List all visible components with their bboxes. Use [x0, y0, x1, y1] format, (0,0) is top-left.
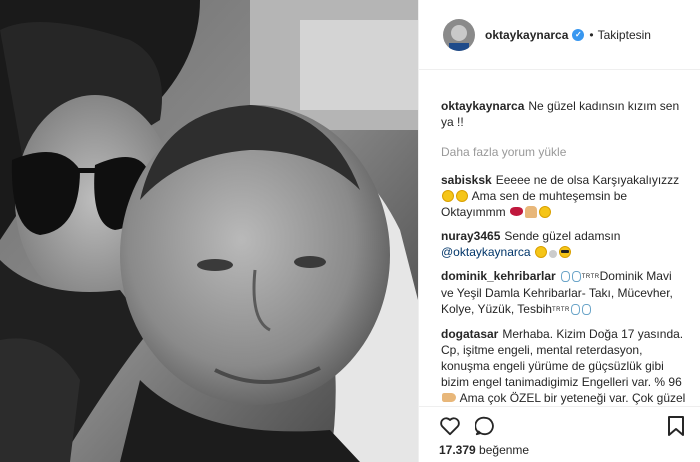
avatar[interactable]	[443, 18, 475, 51]
comment-text: Ama çok ÖZEL bir yeteneği var. Çok güzel…	[459, 391, 686, 405]
smile-emoji-icon	[534, 246, 547, 258]
list-item: dominik_kehribarlar TRTRDominik Mavi ve Y…	[441, 268, 687, 318]
verified-badge-icon: ✓	[572, 28, 585, 41]
comment-username[interactable]: dominik_kehribarlar	[441, 269, 556, 283]
pointing-hand-emoji-icon	[442, 393, 456, 402]
grinning-emoji-icon	[442, 190, 454, 202]
comments-list[interactable]: oktaykaynarca Ne güzel kadınsın kızım sen…	[419, 70, 700, 406]
caption: oktaykaynarca Ne güzel kadınsın kızım sen…	[441, 98, 687, 130]
likes-number: 17.379	[439, 443, 476, 457]
ring-emoji-icon	[570, 304, 580, 315]
sunglasses-emoji-icon	[558, 246, 571, 258]
comment-username[interactable]: dogatasar	[441, 327, 498, 341]
small-emoji-icon	[548, 250, 557, 258]
list-item: nuray3465 Sende güzel adamsın @oktaykayna…	[441, 228, 687, 260]
trademark-text: TRTR	[551, 307, 570, 313]
list-item: sabisksk Eeeee ne de olsa Karşıyakalıyızz…	[441, 172, 687, 220]
likes-label: beğenme	[479, 443, 530, 457]
praying-hands-emoji-icon	[525, 206, 538, 218]
heart-icon[interactable]	[439, 416, 461, 436]
load-more-comments-link[interactable]: Daha fazla yorum yükle	[441, 144, 687, 160]
trademark-text: TRTR	[581, 274, 600, 280]
comment-username[interactable]: nuray3465	[441, 229, 500, 243]
comment-icon[interactable]	[475, 416, 495, 436]
ring-emoji-icon	[560, 271, 570, 282]
comment-username[interactable]: sabisksk	[441, 173, 492, 187]
selfie-image	[0, 0, 418, 462]
ring-emoji-icon	[581, 304, 591, 315]
follow-status-button[interactable]: Takiptesin	[598, 28, 651, 42]
comment-text: Sende güzel adamsın	[504, 229, 621, 243]
comment-text: Eeeee ne de olsa Karşıyakalıyızzz	[495, 173, 680, 187]
bookmark-icon[interactable]	[667, 415, 685, 437]
action-icons-row	[439, 415, 685, 437]
caption-username[interactable]: oktaykaynarca	[441, 99, 524, 113]
grinning-emoji-icon	[539, 206, 552, 218]
ring-emoji-icon	[571, 271, 581, 282]
grinning-emoji-icon	[456, 190, 468, 202]
post-photo[interactable]	[0, 0, 418, 462]
likes-count[interactable]: 17.379 beğenme	[439, 443, 685, 457]
mention-link[interactable]: @oktaykaynarca	[441, 245, 531, 259]
lips-emoji-icon	[510, 207, 524, 216]
post-header: oktaykaynarca ✓ • Takiptesin	[419, 0, 700, 70]
post-side-panel: oktaykaynarca ✓ • Takiptesin oktaykaynar…	[418, 0, 700, 462]
header-separator: •	[589, 27, 594, 42]
list-item: dogatasar Merhaba. Kizim Doğa 17 yasında.…	[441, 326, 687, 406]
post-actions: 17.379 beğenme	[419, 406, 700, 462]
header-username[interactable]: oktaykaynarca	[485, 28, 568, 42]
